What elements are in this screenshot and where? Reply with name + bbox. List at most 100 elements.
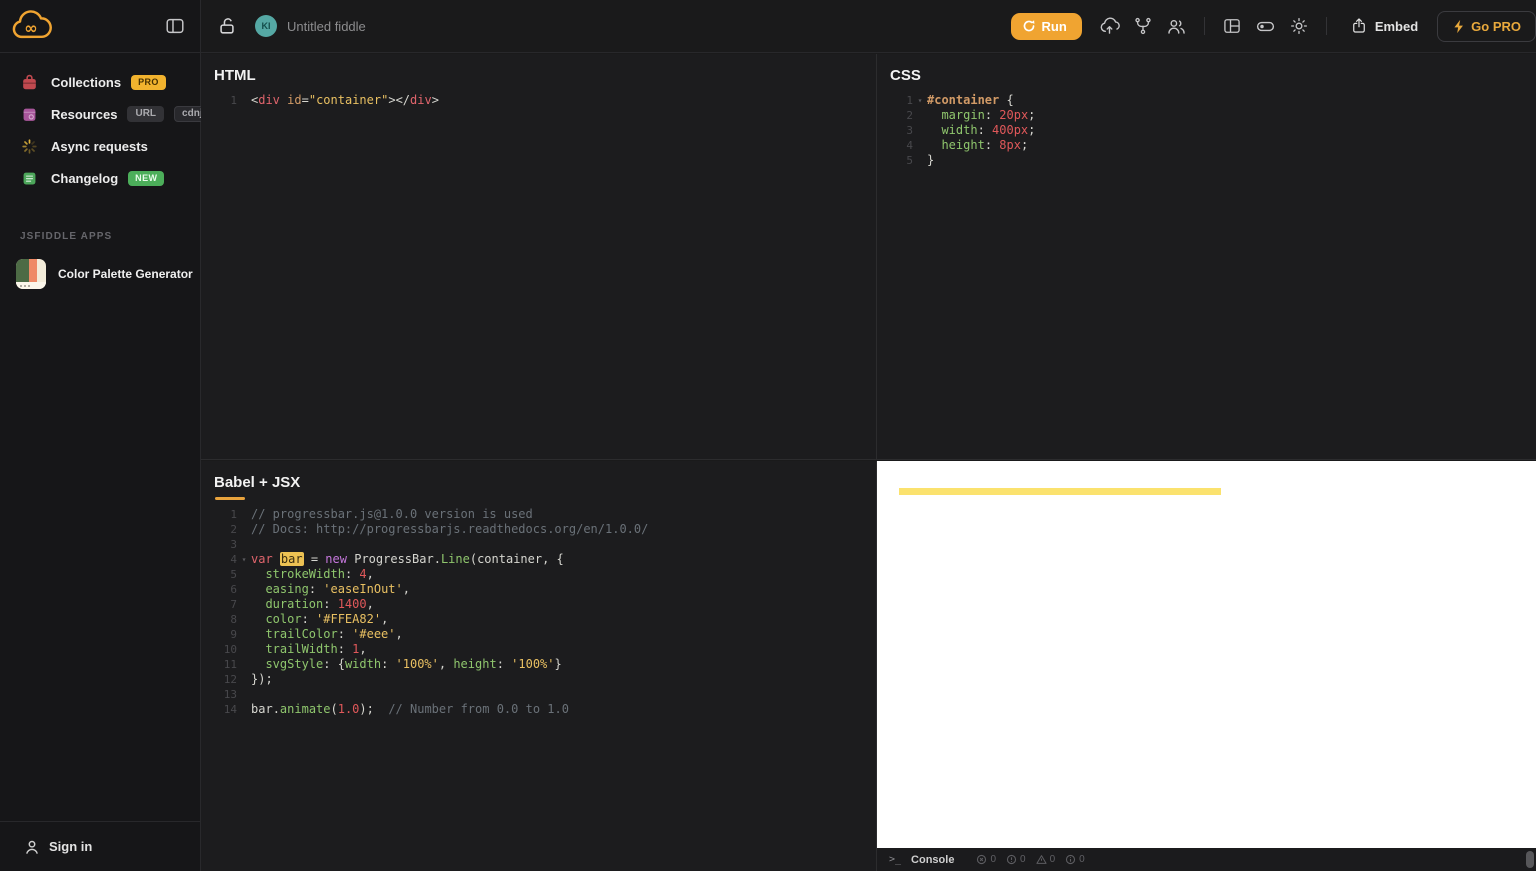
sidebar-apps-header: JSFIDDLE APPS: [20, 231, 200, 242]
code-line: 1▾#container {: [877, 93, 1536, 108]
fiddle-title-input[interactable]: Untitled fiddle: [287, 19, 366, 34]
sign-in-button[interactable]: Sign in: [0, 821, 200, 871]
color-palette-app-icon: [16, 259, 46, 289]
run-button[interactable]: Run: [1011, 13, 1082, 40]
layout-icon: [1222, 16, 1242, 36]
fork-icon: [1133, 16, 1153, 36]
layout-button[interactable]: [1222, 16, 1242, 36]
css-panel-title: CSS: [877, 54, 1536, 84]
toolbar: Run: [1011, 11, 1536, 42]
cloud-infinity-logo-icon: ∞: [10, 8, 52, 44]
pro-badge: PRO: [131, 75, 166, 90]
code-line: 5 strokeWidth: 4,: [201, 567, 876, 582]
code-line: 4 height: 8px;: [877, 138, 1536, 153]
active-tab-indicator: [215, 497, 245, 500]
fold-marker-icon[interactable]: ▾: [237, 552, 251, 567]
error-circle-icon: [976, 854, 987, 865]
html-editor[interactable]: 1<div id="container"></div>: [201, 93, 876, 108]
svg-text:∞: ∞: [24, 19, 37, 38]
code-line: 2 margin: 20px;: [877, 108, 1536, 123]
collaborate-button[interactable]: [1166, 16, 1187, 37]
unlock-icon: [217, 16, 237, 36]
code-line: 11 svgStyle: {width: '100%', height: '10…: [201, 657, 876, 672]
sidebar-toggle-button[interactable]: [164, 15, 186, 37]
topbar: KI Untitled fiddle Run: [201, 0, 1536, 53]
code-line: 7 duration: 1400,: [201, 597, 876, 612]
cloud-upload-icon: [1099, 16, 1120, 37]
collections-icon: [20, 73, 39, 92]
fold-marker-icon[interactable]: ▾: [913, 93, 927, 108]
toggle-switch-icon: [1255, 16, 1276, 37]
console-label: Console: [911, 854, 954, 866]
theme-button[interactable]: [1289, 16, 1309, 36]
sidebar-item-changelog[interactable]: Changelog NEW: [0, 162, 200, 194]
sidebar-header: ∞: [0, 0, 200, 53]
new-badge: NEW: [128, 171, 164, 186]
jsfiddle-logo[interactable]: ∞: [10, 8, 52, 44]
code-line: 2// Docs: http://progressbarjs.readthedo…: [201, 522, 876, 537]
code-line: 6 easing: 'easeInOut',: [201, 582, 876, 597]
counter-value: 0: [1020, 854, 1026, 865]
avatar[interactable]: KI: [255, 15, 277, 37]
sign-in-label: Sign in: [49, 839, 92, 854]
code-line: 1<div id="container"></div>: [201, 93, 876, 108]
lightning-icon: [1452, 19, 1465, 34]
sidebar-item-color-palette-generator[interactable]: Color Palette Generator: [16, 259, 200, 289]
code-line: 9 trailColor: '#eee',: [201, 627, 876, 642]
async-requests-icon: [20, 137, 39, 156]
sidebar: ∞ Collections PRO: [0, 0, 201, 871]
url-badge: URL: [127, 106, 164, 122]
code-line: 1// progressbar.js@1.0.0 version is used: [201, 507, 876, 522]
console-counter-errors: 0: [976, 854, 996, 865]
changelog-icon: [20, 169, 39, 188]
console-counter-warnings: 0: [1006, 854, 1026, 865]
sidebar-item-label: Async requests: [51, 139, 148, 154]
html-panel: HTML 1<div id="container"></div>: [201, 54, 877, 460]
toolbar-divider: [1204, 17, 1205, 35]
code-line: 13: [201, 687, 876, 702]
console-counter-info: 0: [1065, 854, 1085, 865]
save-button[interactable]: [1099, 16, 1120, 37]
progress-bar: [899, 488, 1221, 495]
preview-toggle-button[interactable]: [1255, 16, 1276, 37]
js-editor[interactable]: 1// progressbar.js@1.0.0 version is used…: [201, 507, 876, 717]
go-pro-button[interactable]: Go PRO: [1437, 11, 1536, 42]
go-pro-label: Go PRO: [1471, 19, 1521, 34]
code-line: 4▾var bar = new ProgressBar.Line(contain…: [201, 552, 876, 567]
embed-label: Embed: [1375, 19, 1418, 34]
code-line: 10 trailWidth: 1,: [201, 642, 876, 657]
result-panel: >_ Console 0 0 0: [877, 461, 1536, 871]
sidebar-nav: Collections PRO Resources URL cdnjs 1: [0, 53, 200, 194]
toolbar-divider: [1326, 17, 1327, 35]
scrollbar-thumb[interactable]: [1526, 851, 1534, 868]
jsfiddle-app: ∞ Collections PRO: [0, 0, 1536, 871]
sidebar-item-label: Changelog: [51, 171, 118, 186]
code-line: 3: [201, 537, 876, 552]
sidebar-item-async-requests[interactable]: Async requests: [0, 130, 200, 162]
code-line: 3 width: 400px;: [877, 123, 1536, 138]
html-panel-title: HTML: [201, 54, 876, 84]
counter-value: 0: [1050, 854, 1056, 865]
tab-babel-jsx[interactable]: Babel + JSX: [201, 461, 876, 491]
run-label: Run: [1042, 19, 1067, 34]
code-line: 8 color: '#FFEA82',: [201, 612, 876, 627]
users-icon: [1166, 16, 1187, 37]
fork-button[interactable]: [1133, 16, 1153, 36]
sidebar-item-collections[interactable]: Collections PRO: [0, 66, 200, 98]
console-bar[interactable]: >_ Console 0 0 0: [877, 848, 1536, 871]
warning-triangle-icon: [1036, 854, 1047, 865]
css-panel: CSS 1▾#container {2 margin: 20px;3 width…: [877, 54, 1536, 460]
console-counter-alerts: 0: [1036, 854, 1056, 865]
sidebar-item-label: Resources: [51, 107, 117, 122]
sidebar-item-resources[interactable]: Resources URL cdnjs 1: [0, 98, 200, 130]
embed-button[interactable]: Embed: [1350, 16, 1418, 36]
user-icon: [24, 839, 40, 855]
panel-left-icon: [164, 15, 186, 37]
warning-circle-icon: [1006, 854, 1017, 865]
css-editor[interactable]: 1▾#container {2 margin: 20px;3 width: 40…: [877, 93, 1536, 168]
info-circle-icon: [1065, 854, 1076, 865]
resources-icon: [20, 105, 39, 124]
sidebar-item-label: Collections: [51, 75, 121, 90]
code-line: 5}: [877, 153, 1536, 168]
privacy-lock-button[interactable]: [217, 16, 237, 36]
